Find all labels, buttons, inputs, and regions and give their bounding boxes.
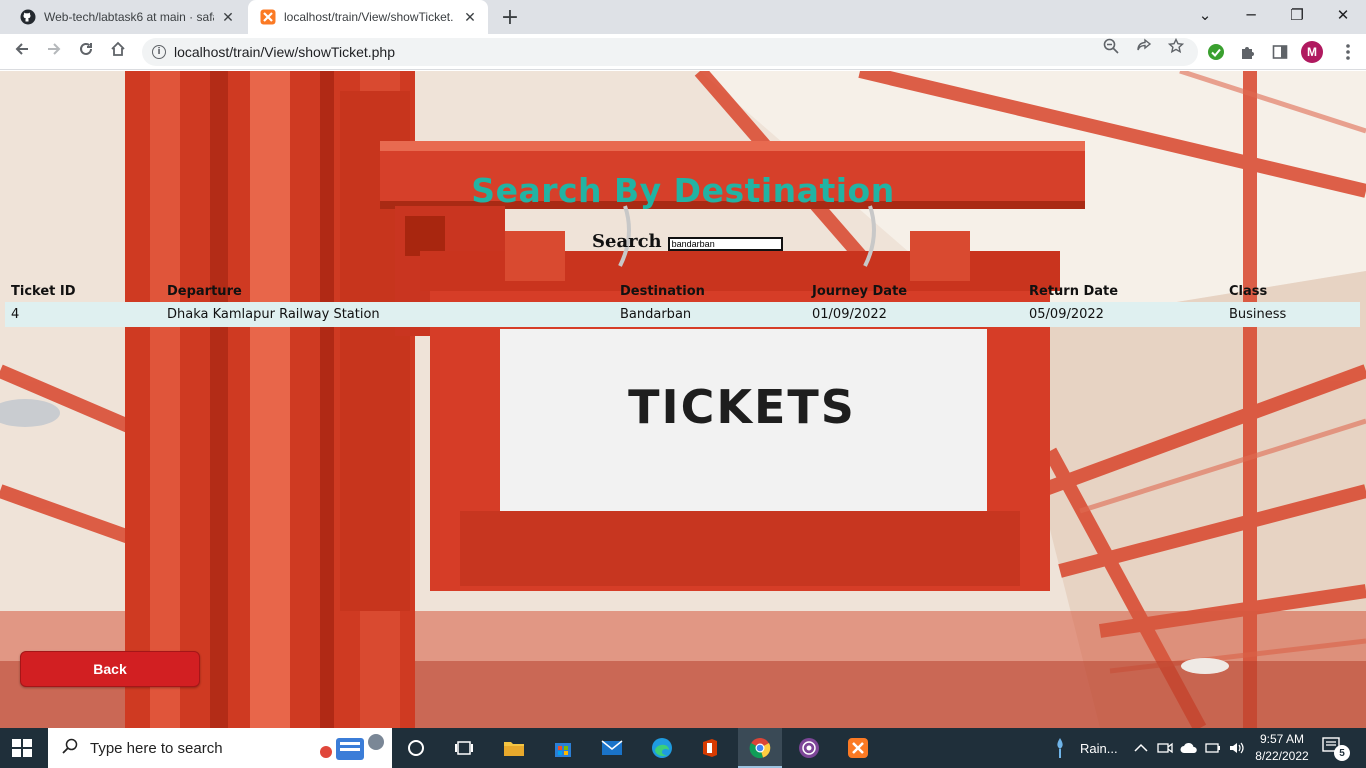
- mail-icon[interactable]: [600, 736, 624, 760]
- tab-close-icon[interactable]: ✕: [220, 9, 236, 26]
- table-header-row: Ticket ID Departure Destination Journey …: [5, 280, 1360, 302]
- extension-green-icon[interactable]: [1206, 42, 1226, 62]
- xampp-icon: [260, 9, 276, 25]
- windows-taskbar: Type here to search Rain... 9:57 AM 8/22…: [0, 728, 1366, 768]
- volume-icon[interactable]: [1225, 736, 1249, 760]
- taskbar-search-placeholder: Type here to search: [90, 739, 223, 757]
- office-icon[interactable]: [698, 736, 722, 760]
- zoom-icon[interactable]: [1100, 38, 1122, 58]
- site-info-icon[interactable]: i: [152, 45, 166, 59]
- col-ticket-id: Ticket ID: [11, 283, 76, 299]
- edge-icon[interactable]: [650, 736, 674, 760]
- back-arrow-icon[interactable]: [10, 40, 34, 64]
- background-photo: TICKETS: [0, 71, 1366, 728]
- tab-showticket[interactable]: localhost/train/View/showTicket.p ✕: [248, 0, 488, 34]
- cell-destination: Bandarban: [614, 302, 806, 327]
- col-destination: Destination: [620, 283, 705, 299]
- github-icon: [20, 9, 36, 25]
- page-viewport: TICKETS Search By Destination Search Tic…: [0, 71, 1366, 728]
- meet-now-icon[interactable]: [1153, 736, 1177, 760]
- reload-icon[interactable]: [74, 40, 98, 64]
- col-departure: Departure: [167, 283, 242, 299]
- minimize-icon[interactable]: ─: [1236, 6, 1266, 24]
- search-label: Search: [592, 231, 662, 252]
- cortana-icon[interactable]: [404, 736, 428, 760]
- weather-text[interactable]: Rain...: [1080, 728, 1118, 768]
- browser-toolbar: i localhost/train/View/showTicket.php M: [0, 34, 1366, 70]
- task-view-icon[interactable]: [452, 736, 476, 760]
- address-bar[interactable]: i localhost/train/View/showTicket.php: [142, 38, 1198, 66]
- search-icon: [62, 738, 78, 759]
- bookmark-star-icon[interactable]: [1165, 37, 1187, 58]
- xampp-taskbar-icon[interactable]: [846, 736, 870, 760]
- restore-icon[interactable]: ❐: [1282, 6, 1312, 24]
- side-panel-icon[interactable]: [1270, 42, 1290, 62]
- page-title: Search By Destination: [471, 171, 895, 210]
- new-tab-icon[interactable]: +: [498, 5, 522, 30]
- profile-avatar[interactable]: M: [1301, 41, 1323, 63]
- col-journey-date: Journey Date: [812, 283, 908, 299]
- tickets-sign-text: TICKETS: [628, 380, 856, 434]
- chrome-icon[interactable]: [748, 736, 772, 760]
- tickets-table: Ticket ID Departure Destination Journey …: [5, 280, 1360, 327]
- tray-chevron-up-icon[interactable]: [1129, 736, 1153, 760]
- tor-browser-icon[interactable]: [797, 736, 821, 760]
- col-class: Class: [1229, 283, 1268, 299]
- cell-ticket-id: 4: [5, 302, 161, 327]
- cell-journey-date: 01/09/2022: [806, 302, 1023, 327]
- notification-badge: 5: [1334, 745, 1350, 761]
- share-icon[interactable]: [1133, 38, 1155, 58]
- back-button[interactable]: Back: [20, 651, 200, 687]
- forward-arrow-icon[interactable]: [42, 40, 66, 64]
- search-row: Search: [592, 231, 783, 252]
- weather-rain-icon[interactable]: [1048, 736, 1072, 760]
- cell-class: Business: [1223, 302, 1360, 327]
- close-window-icon[interactable]: ✕: [1328, 6, 1358, 24]
- search-highlight-icon: [320, 734, 384, 760]
- home-icon[interactable]: [106, 40, 130, 64]
- tab-title: Web-tech/labtask6 at main · safa: [44, 10, 214, 24]
- microsoft-store-icon[interactable]: [551, 736, 575, 760]
- tab-github[interactable]: Web-tech/labtask6 at main · safa ✕: [8, 0, 246, 34]
- system-clock[interactable]: 9:57 AM 8/22/2022: [1250, 731, 1314, 765]
- taskbar-search-box[interactable]: Type here to search: [48, 728, 392, 768]
- onedrive-cloud-icon[interactable]: [1177, 736, 1201, 760]
- battery-icon[interactable]: [1201, 736, 1225, 760]
- kebab-menu-icon[interactable]: [1338, 42, 1358, 62]
- table-row: 4 Dhaka Kamlapur Railway Station Bandarb…: [5, 302, 1360, 327]
- col-return-date: Return Date: [1029, 283, 1119, 299]
- clock-date: 8/22/2022: [1255, 749, 1309, 763]
- tab-close-icon[interactable]: ✕: [462, 9, 478, 26]
- browser-tab-strip: Web-tech/labtask6 at main · safa ✕ local…: [0, 0, 1366, 34]
- tab-title: localhost/train/View/showTicket.p: [284, 10, 454, 24]
- cell-departure: Dhaka Kamlapur Railway Station: [161, 302, 614, 327]
- tab-search-chevron-icon[interactable]: ⌄: [1190, 6, 1220, 24]
- cell-return-date: 05/09/2022: [1023, 302, 1223, 327]
- search-input[interactable]: [667, 236, 783, 251]
- address-url[interactable]: localhost/train/View/showTicket.php: [174, 44, 395, 60]
- extensions-puzzle-icon[interactable]: [1238, 42, 1258, 62]
- windows-start-icon[interactable]: [12, 739, 32, 757]
- file-explorer-icon[interactable]: [502, 736, 526, 760]
- clock-time: 9:57 AM: [1259, 732, 1305, 746]
